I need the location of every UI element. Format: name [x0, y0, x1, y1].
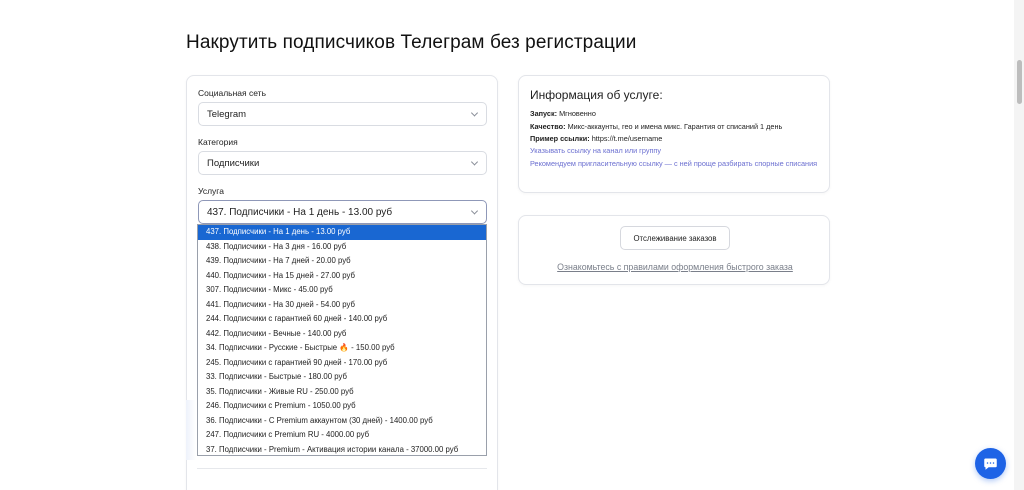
chat-widget-button[interactable] — [975, 448, 1006, 479]
category-value: Подписчики — [207, 157, 260, 169]
chat-bubble-icon — [984, 458, 997, 470]
social-network-label: Социальная сеть — [198, 88, 266, 98]
category-select[interactable]: Подписчики — [198, 151, 487, 175]
launch-label: Запуск: — [530, 109, 558, 118]
divider — [197, 468, 487, 469]
category-label: Категория — [198, 137, 238, 147]
service-option[interactable]: 440. Подписчики - На 15 дней - 27.00 руб — [198, 269, 486, 284]
info-title: Информация об услуге: — [530, 88, 663, 102]
service-option[interactable]: 246. Подписчики с Premium - 1050.00 руб — [198, 399, 486, 414]
launch-info: Запуск: Мгновенно — [530, 109, 596, 118]
example-value: https://t.me/username — [591, 134, 663, 143]
page-title: Накрутить подписчиков Телеграм без регис… — [186, 32, 637, 53]
service-option[interactable]: 36. Подписчики - С Premium аккаунтом (30… — [198, 414, 486, 429]
chevron-down-icon — [470, 207, 479, 215]
recommend-hint: Рекомендуем пригласительную ссылку — с н… — [530, 159, 818, 168]
service-option[interactable]: 441. Подписчики - На 30 дней - 54.00 руб — [198, 298, 486, 313]
service-option[interactable]: 307. Подписчики - Микс - 45.00 руб — [198, 283, 486, 298]
rules-link[interactable]: Ознакомьтесь с правилами оформления быст… — [519, 262, 831, 272]
scrollbar-thumb[interactable] — [1017, 60, 1022, 104]
service-option[interactable]: 247. Подписчики с Premium RU - 4000.00 р… — [198, 428, 486, 443]
service-option[interactable]: 37. Подписчики - Premium - Активация ист… — [198, 443, 486, 456]
service-option[interactable]: 438. Подписчики - На 3 дня - 16.00 руб — [198, 240, 486, 255]
service-info-card: Информация об услуге: Запуск: Мгновенно … — [518, 75, 830, 193]
service-option[interactable]: 245. Подписчики с гарантией 90 дней - 17… — [198, 356, 486, 371]
form-accent — [186, 400, 196, 460]
service-option[interactable]: 34. Подписчики - Русские - Быстрые 🔥 - 1… — [198, 341, 486, 356]
service-select[interactable]: 437. Подписчики - На 1 день - 13.00 руб — [198, 200, 487, 224]
link-hint: Указывать ссылку на канал или группу — [530, 146, 662, 155]
service-option[interactable]: 244. Подписчики с гарантией 60 дней - 14… — [198, 312, 486, 327]
service-option[interactable]: 437. Подписчики - На 1 день - 13.00 руб — [198, 225, 486, 240]
chevron-down-icon — [470, 158, 479, 166]
example-info: Пример ссылки: https://t.me/username — [530, 134, 662, 143]
example-label: Пример ссылки: — [530, 134, 590, 143]
launch-value: Мгновенно — [559, 109, 596, 118]
chevron-down-icon — [470, 109, 479, 117]
order-tracking-card: Отслеживание заказов Ознакомьтесь с прав… — [518, 215, 830, 285]
service-value: 437. Подписчики - На 1 день - 13.00 руб — [207, 206, 393, 218]
social-network-select[interactable]: Telegram — [198, 102, 487, 126]
service-option[interactable]: 439. Подписчики - На 7 дней - 20.00 руб — [198, 254, 486, 269]
quality-info: Качество: Микс-аккаунты, гео и имена мик… — [530, 122, 782, 131]
service-dropdown-list[interactable]: 437. Подписчики - На 1 день - 13.00 руб … — [197, 224, 487, 456]
service-option[interactable]: 33. Подписчики - Быстрые - 180.00 руб — [198, 370, 486, 385]
order-tracking-button[interactable]: Отслеживание заказов — [620, 226, 730, 250]
page-scrollbar[interactable] — [1014, 0, 1024, 490]
service-option[interactable]: 442. Подписчики - Вечные - 140.00 руб — [198, 327, 486, 342]
social-network-value: Telegram — [207, 108, 247, 120]
quality-value: Микс-аккаунты, гео и имена микс. Гаранти… — [567, 122, 783, 131]
service-label: Услуга — [198, 186, 224, 196]
service-option[interactable]: 35. Подписчики - Живые RU - 250.00 руб — [198, 385, 486, 400]
quality-label: Качество: — [530, 122, 566, 131]
